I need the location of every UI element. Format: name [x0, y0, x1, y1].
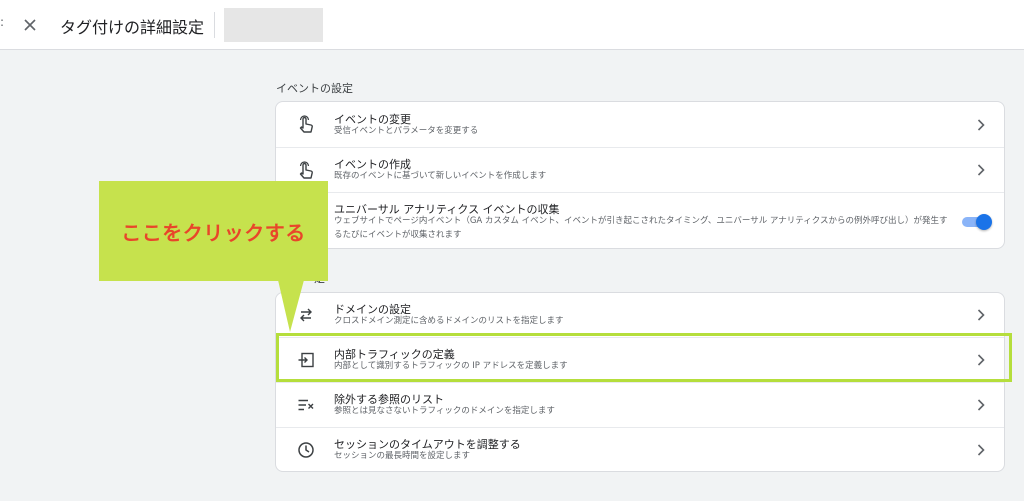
- settings-row-internal-traffic[interactable]: 内部トラフィックの定義 内部として識別するトラフィックの IP アドレスを定義し…: [276, 338, 1004, 382]
- clock-icon: [295, 439, 317, 461]
- top-bar: : タグ付けの詳細設定: [0, 0, 1024, 50]
- row-description: 参照とは見なさないトラフィックのドメインを指定します: [334, 406, 555, 416]
- ua-events-toggle[interactable]: [962, 214, 992, 230]
- settings-card: ドメインの設定 クロスドメイン測定に含めるドメインのリストを指定します 内部トラ…: [275, 292, 1005, 472]
- events-card: イベントの変更 受信イベントとパラメータを変更する イベントの作成 既存のイベン…: [275, 101, 1005, 249]
- row-description: クロスドメイン測定に含めるドメインのリストを指定します: [334, 316, 564, 326]
- redacted-block: [224, 8, 323, 42]
- edge-fragment: :: [0, 15, 3, 33]
- chevron-right-icon: [974, 353, 988, 367]
- event-row-ua-collect: ユニバーサル アナリティクス イベントの収集 ウェブサイトでページ内イベント（G…: [276, 193, 1004, 248]
- row-description: 既存のイベントに基づいて新しいイベントを作成します: [334, 171, 547, 181]
- close-icon: [24, 19, 36, 31]
- toggle-knob: [976, 214, 992, 230]
- row-description: 受信イベントとパラメータを変更する: [334, 126, 479, 136]
- row-description: 内部として識別するトラフィックの IP アドレスを定義します: [334, 361, 568, 371]
- close-button[interactable]: [18, 13, 42, 37]
- events-section-label: イベントの設定: [276, 82, 353, 95]
- chevron-right-icon: [974, 398, 988, 412]
- touch-icon: [295, 160, 317, 182]
- login-icon: [295, 349, 317, 371]
- chevron-right-icon: [974, 443, 988, 457]
- callout-text: ここをクリックする: [121, 220, 306, 245]
- row-description: セッションの最長時間を設定します: [334, 451, 471, 461]
- event-row-create[interactable]: イベントの作成 既存のイベントに基づいて新しいイベントを作成します: [276, 148, 1004, 192]
- touch-icon: [295, 114, 317, 136]
- chevron-right-icon: [974, 163, 988, 177]
- settings-row-session-timeout[interactable]: セッションのタイムアウトを調整する セッションの最長時間を設定します: [276, 428, 1004, 471]
- settings-row-domains[interactable]: ドメインの設定 クロスドメイン測定に含めるドメインのリストを指定します: [276, 293, 1004, 337]
- callout-box: ここをクリックする: [99, 181, 328, 281]
- chevron-right-icon: [974, 308, 988, 322]
- header-divider: [214, 12, 215, 38]
- chevron-right-icon: [974, 118, 988, 132]
- callout-tail: [278, 280, 304, 332]
- event-row-modify[interactable]: イベントの変更 受信イベントとパラメータを変更する: [276, 102, 1004, 147]
- row-description: ウェブサイトでページ内イベント（GA カスタム イベント、イベントが引き起こされ…: [334, 216, 948, 240]
- settings-row-referral-exclusion[interactable]: 除外する参照のリスト 参照とは見なさないトラフィックのドメインを指定します: [276, 383, 1004, 427]
- filter-list-icon: [295, 394, 317, 416]
- page-title: タグ付けの詳細設定: [60, 18, 205, 37]
